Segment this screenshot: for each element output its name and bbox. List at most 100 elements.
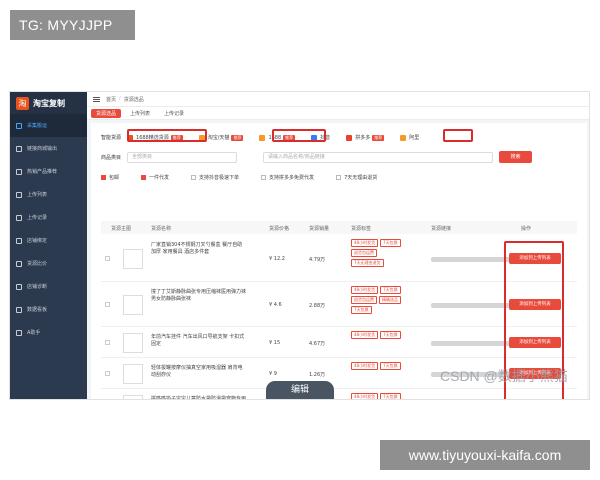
- recommend-badge: 推荐: [231, 134, 244, 141]
- checkbox-box[interactable]: [261, 175, 267, 180]
- edit-pill[interactable]: 编辑: [266, 381, 334, 399]
- breadcrumb-home[interactable]: 首页: [106, 96, 116, 103]
- product-tags: 48小时发货 7天包换: [351, 331, 407, 339]
- search-row: 商品类目 全部类目 请输入商品名称/商品链接 搜索: [101, 151, 533, 163]
- sidebar-item[interactable]: 热销产品推荐: [10, 160, 87, 183]
- sidebar-item[interactable]: 数据看板: [10, 298, 87, 321]
- th-sales: 货源销量: [309, 226, 330, 232]
- site-label: www.tiyuyouxi-kaifa.com: [380, 440, 590, 470]
- product-title[interactable]: 年前汽车挂件 汽车出风口导航支架 卡扣式固定: [151, 334, 246, 348]
- filter-checkboxes: 包邮 一件代发 支持抖音极速下单 支持拼多多免费代发 7天无理由退货: [101, 174, 399, 181]
- search-input[interactable]: 请输入商品名称/商品链接: [263, 151, 494, 163]
- checkbox-label: 支持拼多多免费代发: [269, 175, 315, 181]
- filter-checkbox[interactable]: 支持拼多多免费代发: [261, 174, 314, 181]
- menu-icon[interactable]: [93, 96, 100, 102]
- th-price: 货源价格: [269, 226, 290, 232]
- nav-icon: [16, 260, 22, 267]
- checkbox-box[interactable]: [191, 175, 197, 180]
- product-link-blurred[interactable]: [431, 257, 511, 262]
- product-thumbnail: [123, 395, 143, 399]
- filter-checkbox[interactable]: 包邮: [101, 174, 119, 181]
- highlight-box: [127, 129, 207, 142]
- row-checkbox[interactable]: [105, 340, 110, 345]
- breadcrumb-current: 货源选品: [123, 96, 144, 103]
- source-option[interactable]: 阿里: [400, 134, 419, 141]
- nav-icon: [16, 283, 22, 290]
- sidebar-item-label: 货源比价: [27, 261, 48, 267]
- filter-checkbox[interactable]: 7天无理由退货: [336, 174, 377, 181]
- breadcrumb-separator: /: [119, 96, 121, 102]
- tag-badge: 7天无理由退货: [351, 259, 384, 267]
- tag-badge: 退货包运费: [351, 249, 377, 257]
- sidebar-item-label: 数据看板: [27, 307, 48, 313]
- product-sales: 2.88万: [309, 303, 326, 309]
- nav-icon: [16, 306, 22, 313]
- product-link-blurred[interactable]: [431, 341, 511, 346]
- source-label: 智能货源: [101, 135, 122, 141]
- tab-upload-list[interactable]: 上传列表: [125, 109, 155, 118]
- product-tags: 48小时发货 7天包换: [351, 362, 407, 370]
- checkbox-label: 一件代发: [149, 175, 170, 181]
- sidebar-item-label: 店铺绑定: [27, 238, 48, 244]
- add-to-upload-button[interactable]: 添加到上传列表: [509, 399, 561, 400]
- main-area: 首页 / 货源选品 货源选品 上传列表 上传记录 智能货源 1688精选货源 推荐…: [87, 92, 589, 400]
- product-link-blurred[interactable]: [431, 303, 511, 308]
- sidebar-item-label: 上传列表: [27, 192, 48, 198]
- checkbox-label: 7天无理由退货: [344, 175, 378, 181]
- sidebar-item[interactable]: 货源比价: [10, 252, 87, 275]
- app-logo: 淘 淘宝复制: [10, 92, 87, 114]
- tag-badge: 48小时发货: [351, 393, 379, 399]
- product-title[interactable]: 拼哆哆协子宝宝儿童防水袋防滑袋宠物专用母婴干湿分离袋: [151, 396, 246, 399]
- sidebar-item[interactable]: 上传记录: [10, 206, 87, 229]
- nav-icon: [16, 237, 22, 244]
- product-price: ¥ 15: [269, 340, 281, 346]
- tg-label: TG: MYYJJPP: [10, 10, 135, 40]
- category-select[interactable]: 全部类目: [127, 151, 238, 163]
- nav-icon: [16, 145, 22, 152]
- product-sales: 1.26万: [309, 372, 326, 378]
- checkbox-box[interactable]: [141, 175, 147, 180]
- platform-icon: [346, 134, 353, 141]
- nav-icon: [16, 329, 22, 336]
- row-checkbox[interactable]: [105, 256, 110, 261]
- product-tags: 48小时发货 7天包换 退货包运费 精确选品 7天包换: [351, 286, 407, 314]
- product-title[interactable]: 厂家直销304不锈钢刀叉勺餐盒 餐厅自助加厚 家用餐具 酒店多件套: [151, 242, 246, 256]
- checkbox-label: 包邮: [109, 175, 120, 181]
- source-option[interactable]: 拼多多 推荐: [346, 134, 385, 141]
- recommend-badge: 推荐: [372, 134, 385, 141]
- checkbox-box[interactable]: [101, 175, 106, 180]
- filter-checkbox[interactable]: 支持抖音极速下单: [191, 174, 239, 181]
- th-action: 操作: [521, 226, 532, 232]
- sidebar-item-label: 店铺诊断: [27, 284, 48, 290]
- watermark: CSDN @数据小熊猫: [440, 368, 568, 384]
- topbar: 首页 / 货源选品: [87, 92, 589, 107]
- row-checkbox[interactable]: [105, 302, 110, 307]
- sidebar-item-label: 采集搬运: [27, 123, 48, 129]
- product-title[interactable]: 撞了丁艾斯静脉曲张专用压缩袜医用弹力袜男女防静脉曲张袜: [151, 289, 246, 303]
- sidebar-item[interactable]: 上传列表: [10, 183, 87, 206]
- tab-upload-records[interactable]: 上传记录: [159, 109, 189, 118]
- product-sales: 4.79万: [309, 257, 326, 263]
- sidebar-item[interactable]: 店铺绑定: [10, 229, 87, 252]
- product-thumbnail: [123, 333, 143, 353]
- sidebar-item-label: A助手: [27, 330, 41, 336]
- search-button[interactable]: 搜索: [499, 151, 533, 163]
- sidebar-item[interactable]: A助手: [10, 321, 87, 344]
- nav-icon: [16, 122, 22, 129]
- sidebar-item[interactable]: 店铺诊断: [10, 275, 87, 298]
- tag-badge: 7天包换: [380, 331, 401, 339]
- sidebar-item[interactable]: 采集搬运: [10, 114, 87, 137]
- source-name: 拼多多: [355, 135, 371, 141]
- th-image: 货源主图: [111, 226, 132, 232]
- tab-source[interactable]: 货源选品: [91, 108, 122, 118]
- checkbox-label: 支持抖音极速下单: [199, 175, 240, 181]
- highlight-box: [443, 129, 473, 142]
- tag-badge: 48小时发货: [351, 362, 379, 370]
- tag-badge: 48小时发货: [351, 286, 379, 294]
- sidebar-item[interactable]: 链接商城输出: [10, 137, 87, 160]
- product-title[interactable]: 轻体拔罐按摩仪抽真空家用吸湿器 肩背电动刮痧仪: [151, 365, 246, 379]
- row-checkbox[interactable]: [105, 371, 110, 376]
- source-name: 淘宝/天猫: [207, 135, 230, 141]
- checkbox-box[interactable]: [336, 175, 342, 180]
- filter-checkbox[interactable]: 一件代发: [141, 174, 169, 181]
